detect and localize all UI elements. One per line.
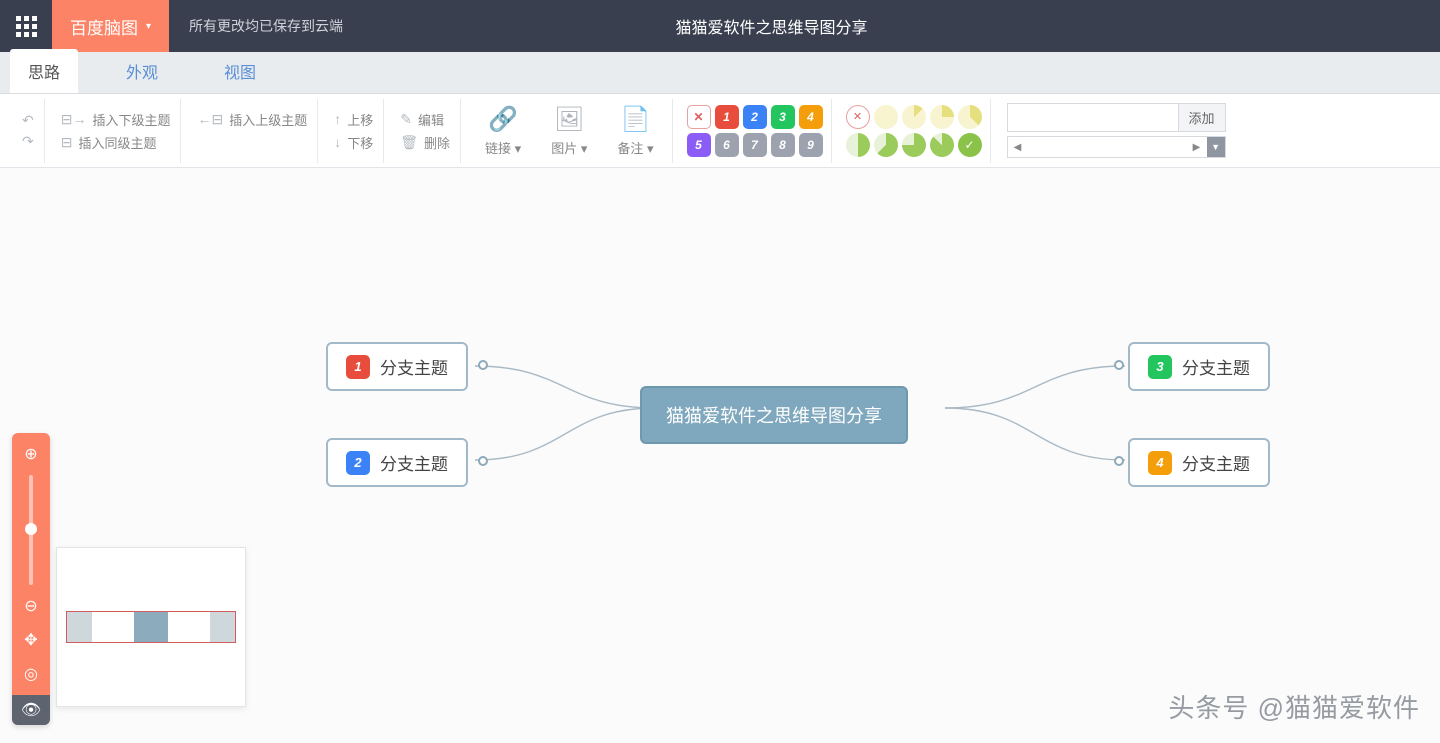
priority-remove[interactable]: ✕ [687,105,711,129]
brand-label: 百度脑图 [70,14,138,39]
app-header: 百度脑图 ▾ 所有更改均已保存到云端 猫猫爱软件之思维导图分享 [0,0,1440,52]
redo-icon: ↷ [22,133,34,150]
priority-1[interactable]: 1 [715,105,739,129]
image-icon: 🖼 [554,105,584,134]
edit-icon: ✎ [400,111,412,128]
save-status: 所有更改均已保存到云端 [169,16,363,36]
progress-3[interactable] [958,105,982,129]
tab-appearance[interactable]: 外观 [108,49,176,93]
note-button[interactable]: 📄备注 ▾ [609,105,661,157]
center-node-text: 猫猫爱软件之思维导图分享 [666,402,882,428]
link-button[interactable]: 🔗链接 ▾ [477,105,529,157]
arrow-up-icon: ↑ [334,111,341,127]
priority-6[interactable]: 6 [715,133,739,157]
document-title: 猫猫爱软件之思维导图分享 [363,14,1440,38]
priority-group: ✕ 1 2 3 4 5 6 7 8 9 [679,99,832,163]
resource-scroll: ◀ ▶ ▼ [1007,136,1226,158]
progress-0[interactable] [874,105,898,129]
branch-2-text: 分支主题 [380,450,448,475]
priority-8[interactable]: 8 [771,133,795,157]
note-icon: 📄 [620,105,650,134]
scroll-right-icon[interactable]: ▶ [1187,142,1207,153]
toolbar: ↶ ↷ ⊟→插入下级主题 ⊟插入同级主题 ←⊟插入上级主题 ↑上移 ↓下移 ✎编… [0,94,1440,168]
resource-box: 添加 ◀ ▶ ▼ [997,97,1226,164]
pan-button[interactable]: ✥ [18,627,44,653]
priority-4[interactable]: 4 [799,105,823,129]
insert-sibling-button[interactable]: ⊟插入同级主题 [61,133,171,152]
priority-2[interactable]: 2 [743,105,767,129]
branch-node-1[interactable]: 1 分支主题 [326,342,468,391]
branch-node-4[interactable]: 4 分支主题 [1128,438,1270,487]
badge-3-icon: 3 [1148,355,1172,379]
resource-input[interactable] [1008,104,1178,131]
priority-5[interactable]: 5 [687,133,711,157]
redo-button[interactable]: ↷ [22,133,34,150]
branch-node-3[interactable]: 3 分支主题 [1128,342,1270,391]
branch-4-text: 分支主题 [1182,450,1250,475]
trash-icon: 🗑 [400,134,418,151]
insert-parent-icon: ←⊟ [197,111,223,128]
progress-7[interactable] [930,133,954,157]
zoom-out-button[interactable]: ⊖ [18,593,44,619]
progress-6[interactable] [902,133,926,157]
badge-2-icon: 2 [346,451,370,475]
undo-button[interactable]: ↶ [22,112,34,129]
zoom-thumb[interactable] [25,523,37,535]
image-button[interactable]: 🖼图片 ▾ [543,105,595,157]
tab-view[interactable]: 视图 [206,49,274,93]
insert-sibling-icon: ⊟ [61,134,73,151]
progress-remove[interactable]: ✕ [846,105,870,129]
minimap-viewport[interactable] [66,611,236,643]
zoom-in-button[interactable]: ⊕ [18,441,44,467]
progress-5[interactable] [874,133,898,157]
add-resource-button[interactable]: 添加 [1178,104,1225,131]
link-icon: 🔗 [488,105,518,134]
move-down-button[interactable]: ↓下移 [334,133,373,152]
tab-bar: 思路 外观 视图 [0,52,1440,94]
port-icon[interactable] [478,360,488,370]
minimap-toggle-button[interactable]: 👁 [12,695,50,725]
port-icon[interactable] [478,456,488,466]
apps-grid-icon [16,16,37,37]
badge-4-icon: 4 [1148,451,1172,475]
branch-1-text: 分支主题 [380,354,448,379]
insert-child-button[interactable]: ⊟→插入下级主题 [61,110,171,129]
port-icon[interactable] [1114,456,1124,466]
badge-1-icon: 1 [346,355,370,379]
progress-2[interactable] [930,105,954,129]
arrow-down-icon: ↓ [334,134,341,150]
port-icon[interactable] [1114,360,1124,370]
move-up-button[interactable]: ↑上移 [334,110,373,129]
undo-icon: ↶ [22,112,34,129]
priority-7[interactable]: 7 [743,133,767,157]
priority-3[interactable]: 3 [771,105,795,129]
branch-node-2[interactable]: 2 分支主题 [326,438,468,487]
center-node[interactable]: 猫猫爱软件之思维导图分享 [640,386,908,444]
insert-parent-button[interactable]: ←⊟插入上级主题 [197,110,307,129]
insert-child-icon: ⊟→ [61,111,87,128]
zoom-slider[interactable] [29,475,33,585]
branch-3-text: 分支主题 [1182,354,1250,379]
delete-button[interactable]: 🗑删除 [400,133,450,152]
watermark-text: 头条号 @猫猫爱软件 [1168,688,1420,725]
chevron-down-icon: ▾ [146,21,151,32]
progress-1[interactable] [902,105,926,129]
priority-9[interactable]: 9 [799,133,823,157]
tab-idea[interactable]: 思路 [10,49,78,93]
apps-menu-button[interactable] [0,0,52,52]
progress-4[interactable] [846,133,870,157]
resource-dropdown[interactable]: ▼ [1207,137,1225,157]
zoom-panel: ⊕ ⊖ ✥ ◎ 👁 [12,433,50,725]
brand-dropdown[interactable]: 百度脑图 ▾ [52,0,169,52]
locate-button[interactable]: ◎ [18,661,44,687]
progress-done[interactable]: ✓ [958,133,982,157]
minimap[interactable] [56,547,246,707]
progress-group: ✕ ✓ [838,99,991,163]
scroll-left-icon[interactable]: ◀ [1008,142,1028,153]
edit-button[interactable]: ✎编辑 [400,110,450,129]
